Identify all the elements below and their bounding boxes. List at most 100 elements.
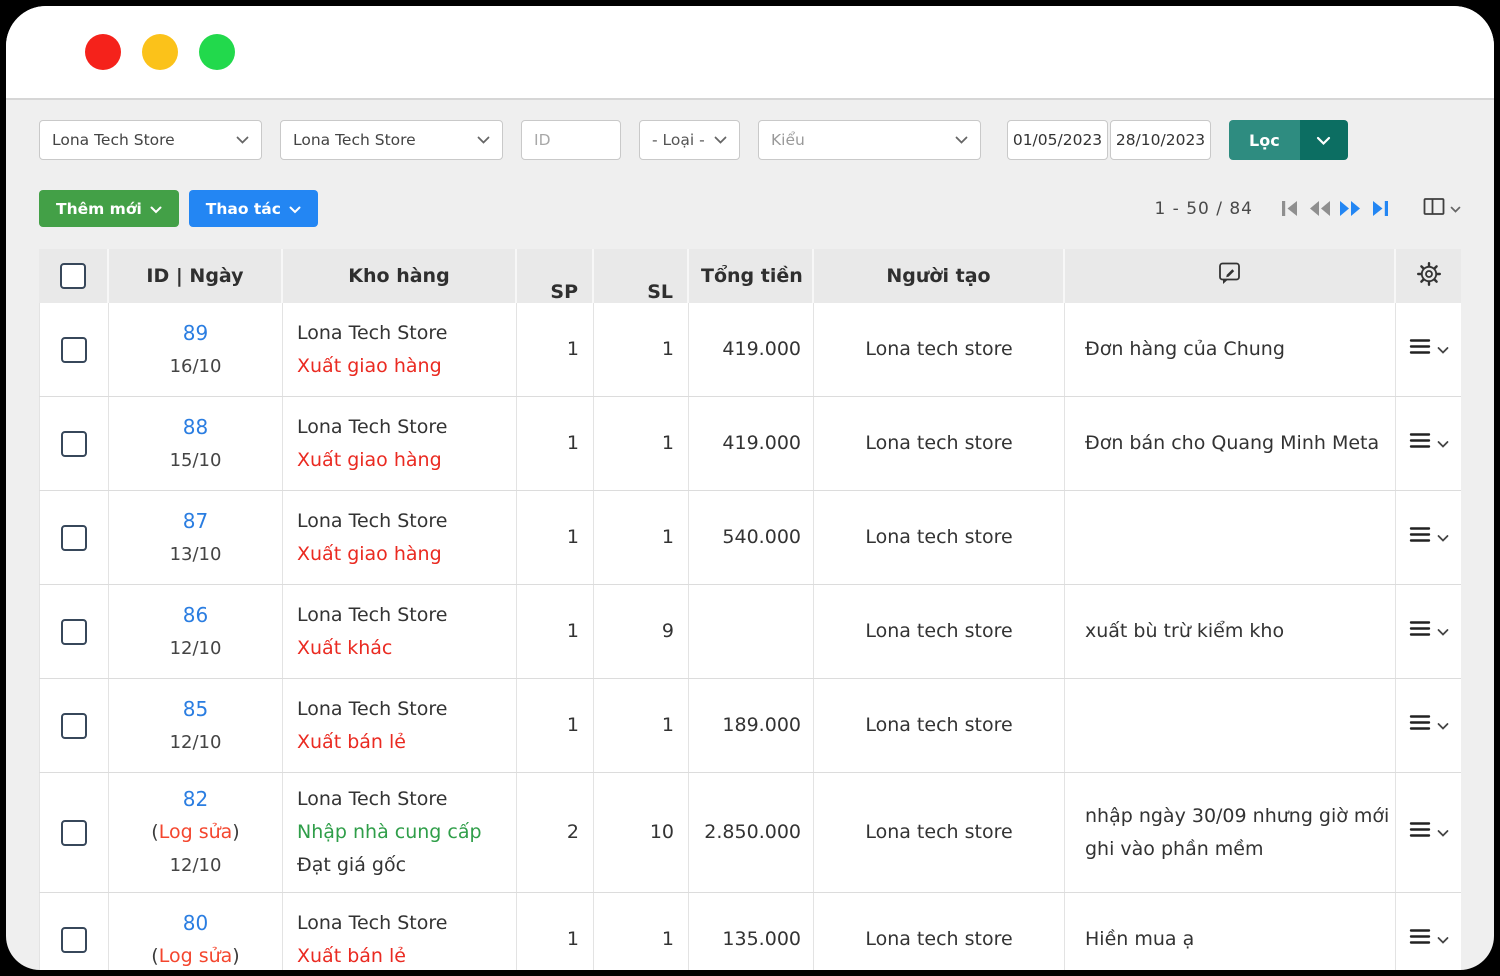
row-sl-cell: 1: [594, 491, 689, 584]
kieu-select[interactable]: Kiểu: [758, 120, 981, 160]
row-menu-icon[interactable]: [1409, 333, 1431, 366]
row-checkbox-cell: [39, 303, 109, 396]
row-checkbox[interactable]: [61, 619, 87, 645]
loai-select[interactable]: - Loại -: [639, 120, 740, 160]
order-date: 12/10: [170, 849, 222, 882]
chevron-down-icon: [1316, 131, 1331, 150]
table-row: 88 15/10 Lona Tech Store Xuất giao hàng …: [39, 397, 1461, 491]
row-note-cell: nhập ngày 30/09 nhưng giờ mới ghi vào ph…: [1065, 773, 1396, 892]
previous-page-icon[interactable]: [1305, 196, 1335, 222]
row-checkbox[interactable]: [61, 820, 87, 846]
select-all-checkbox[interactable]: [60, 263, 86, 289]
chevron-down-icon: [955, 131, 968, 149]
pagination: 1 - 50 / 84: [1154, 196, 1461, 222]
transaction-extra: Đạt giá gốc: [297, 849, 516, 882]
filter-apply-button[interactable]: Lọc: [1229, 120, 1348, 160]
column-header-creator: Người tạo: [814, 249, 1065, 303]
row-creator-cell: Lona tech store: [814, 303, 1065, 396]
row-creator-cell: Lona tech store: [814, 679, 1065, 772]
order-id-link[interactable]: 88: [183, 411, 208, 444]
id-search-input[interactable]: [521, 120, 621, 160]
row-note-cell: [1065, 679, 1396, 772]
column-settings-header[interactable]: [1396, 249, 1461, 303]
transaction-type: Xuất khác: [297, 632, 516, 665]
row-total-cell: 419.000: [689, 303, 814, 396]
row-menu-icon[interactable]: [1409, 615, 1431, 648]
chevron-down-icon: [1437, 427, 1449, 460]
minimize-window-button[interactable]: [142, 34, 178, 70]
row-id-date-cell: 85 12/10: [109, 679, 283, 772]
add-new-button[interactable]: Thêm mới: [39, 190, 179, 227]
row-total-cell: [689, 585, 814, 678]
chevron-down-icon: [1437, 615, 1449, 648]
kieu-select-placeholder: Kiểu: [771, 131, 805, 149]
date-from-value: 01/05/2023: [1013, 131, 1102, 149]
row-id-date-cell: 87 13/10: [109, 491, 283, 584]
row-total-cell: 135.000: [689, 893, 814, 970]
chevron-down-icon: [236, 131, 249, 149]
row-total-cell: 419.000: [689, 397, 814, 490]
chevron-down-icon: [1437, 333, 1449, 366]
edit-note-icon: [1218, 261, 1242, 291]
transaction-type: Xuất giao hàng: [297, 538, 516, 571]
log-edit-label[interactable]: (Log sửa): [151, 940, 239, 971]
order-date: 15/10: [170, 444, 222, 477]
store-select-2[interactable]: Lona Tech Store: [280, 120, 503, 160]
order-id-link[interactable]: 85: [183, 693, 208, 726]
table-body: 89 16/10 Lona Tech Store Xuất giao hàng …: [39, 303, 1461, 970]
row-sp-cell: 1: [517, 303, 594, 396]
filter-dropdown-toggle[interactable]: [1300, 120, 1348, 160]
zoom-window-button[interactable]: [199, 34, 235, 70]
row-checkbox-cell: [39, 397, 109, 490]
row-creator-cell: Lona tech store: [814, 491, 1065, 584]
next-page-icon[interactable]: [1335, 196, 1365, 222]
row-menu-icon[interactable]: [1409, 923, 1431, 956]
first-page-icon[interactable]: [1275, 196, 1305, 222]
row-sl-cell: 1: [594, 679, 689, 772]
date-to-value: 28/10/2023: [1116, 131, 1205, 149]
column-layout-toggle[interactable]: [1423, 197, 1461, 220]
order-date: 12/10: [170, 632, 222, 665]
close-window-button[interactable]: [85, 34, 121, 70]
order-date: 12/10: [170, 726, 222, 759]
order-id-link[interactable]: 86: [183, 599, 208, 632]
order-id-link[interactable]: 89: [183, 317, 208, 350]
row-note-cell: Đơn hàng của Chung: [1065, 303, 1396, 396]
row-checkbox[interactable]: [61, 431, 87, 457]
table-row: 89 16/10 Lona Tech Store Xuất giao hàng …: [39, 303, 1461, 397]
last-page-icon[interactable]: [1365, 196, 1395, 222]
row-warehouse-cell: Lona Tech Store Nhập nhà cung cấp Đạt gi…: [283, 773, 517, 892]
row-checkbox[interactable]: [61, 927, 87, 953]
chevron-down-icon: [1437, 816, 1449, 849]
order-id-link[interactable]: 87: [183, 505, 208, 538]
row-checkbox-cell: [39, 585, 109, 678]
filter-apply-label: Lọc: [1229, 120, 1300, 160]
chevron-down-icon: [1437, 923, 1449, 956]
order-id-link[interactable]: 82: [183, 783, 208, 816]
row-sp-cell: 1: [517, 679, 594, 772]
row-menu-icon[interactable]: [1409, 427, 1431, 460]
row-checkbox[interactable]: [61, 337, 87, 363]
row-menu-icon[interactable]: [1409, 816, 1431, 849]
date-to-input[interactable]: 28/10/2023: [1110, 120, 1211, 160]
row-checkbox[interactable]: [61, 525, 87, 551]
columns-icon: [1423, 197, 1445, 220]
row-checkbox[interactable]: [61, 713, 87, 739]
row-creator-cell: Lona tech store: [814, 773, 1065, 892]
chevron-down-icon: [1437, 521, 1449, 554]
store-select-1[interactable]: Lona Tech Store: [39, 120, 262, 160]
log-edit-label[interactable]: (Log sửa): [151, 816, 239, 849]
actions-button[interactable]: Thao tác: [189, 190, 318, 227]
date-from-input[interactable]: 01/05/2023: [1007, 120, 1108, 160]
chevron-down-icon: [1437, 709, 1449, 742]
row-warehouse-cell: Lona Tech Store Xuất giao hàng: [283, 397, 517, 490]
warehouse-name: Lona Tech Store: [297, 505, 516, 538]
page-content: Lona Tech Store Lona Tech Store - Loại -…: [6, 100, 1494, 970]
column-header-sl: SL: [594, 249, 689, 303]
row-actions-cell: [1396, 397, 1461, 490]
transaction-type: Nhập nhà cung cấp: [297, 816, 516, 849]
row-menu-icon[interactable]: [1409, 521, 1431, 554]
order-date: 13/10: [170, 538, 222, 571]
order-id-link[interactable]: 80: [183, 907, 208, 940]
row-menu-icon[interactable]: [1409, 709, 1431, 742]
